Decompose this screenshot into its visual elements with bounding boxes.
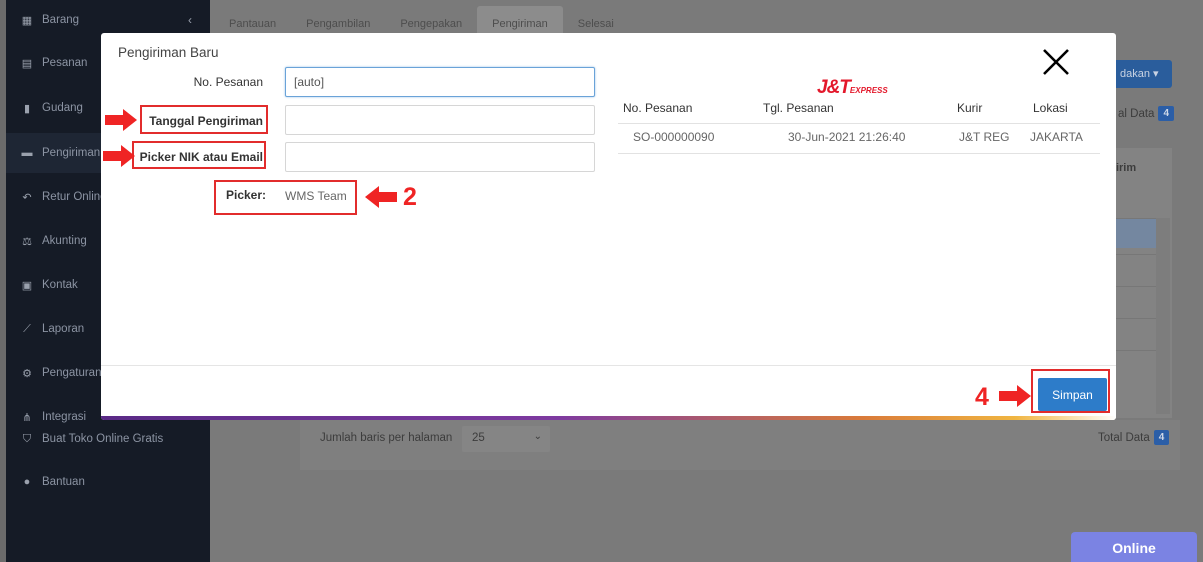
annotation-box-picker (214, 180, 357, 215)
gears-icon: ⚙ (22, 367, 32, 380)
question-icon: ● (23, 476, 31, 488)
modal-gradient-bar (101, 416, 1116, 420)
column-header-order-date: Tgl. Pesanan (763, 101, 834, 115)
annotation-box-picker-id (132, 141, 266, 169)
close-button[interactable] (1037, 43, 1075, 81)
order-date-cell: 30-Jun-2021 21:26:40 (788, 130, 906, 144)
rows-per-page-select[interactable]: 25 ⌄ (462, 426, 550, 452)
tab-pengambilan[interactable]: Pengambilan (291, 6, 385, 36)
action-dropdown-button[interactable]: dakan ▾ (1108, 60, 1172, 88)
new-shipment-modal: Pengiriman Baru No. Pesanan Tanggal Peng… (101, 33, 1116, 420)
sidebar-item-label: Kontak (42, 279, 78, 291)
boxes-icon: ▦ (21, 14, 33, 27)
annotation-number-4: 4 (975, 383, 989, 411)
jnt-express-logo: J&TEXPRESS (817, 77, 888, 98)
column-header-order-number: No. Pesanan (623, 101, 693, 115)
chart-icon: ⟋ (23, 322, 31, 335)
total-data-badge: 4 (1153, 430, 1170, 445)
order-number-label: No. Pesanan (193, 75, 263, 89)
arrow-right-icon (103, 145, 135, 167)
tab-pengiriman[interactable]: Pengiriman (477, 6, 563, 36)
total-data-label: al Data (1118, 107, 1155, 120)
annotation-box-ship-date (140, 105, 268, 134)
total-data-bottom: Total Data 4 (1098, 430, 1170, 445)
sidebar-item-label: Pesanan (42, 57, 88, 69)
ship-date-input[interactable] (285, 105, 595, 135)
collapse-chevron-icon[interactable]: ‹ (188, 13, 192, 27)
scale-icon: ⚖ (22, 235, 32, 248)
courier-cell: J&T REG (959, 130, 1010, 144)
arrow-left-icon (365, 186, 397, 208)
return-icon: ↶ (22, 191, 32, 204)
warehouse-icon: ▮ (23, 102, 31, 115)
modal-title: Pengiriman Baru (118, 45, 219, 60)
table-header-divider (618, 123, 1100, 124)
location-cell: JAKARTA (1030, 130, 1083, 144)
tab-selesai[interactable]: Selesai (563, 6, 629, 36)
store-icon: ⛉ (22, 432, 32, 445)
annotation-number-2: 2 (403, 183, 417, 211)
order-number-cell: SO-000000090 (633, 130, 715, 144)
sidebar-item-label: Bantuan (42, 476, 85, 488)
sidebar-item-label: Gudang (42, 102, 83, 114)
tab-pengepakan[interactable]: Pengepakan (385, 6, 477, 36)
total-data-badge: 4 (1158, 106, 1174, 121)
sidebar-item-buat-toko[interactable]: ⛉ Buat Toko Online Gratis (6, 419, 210, 459)
tab-bar: Pantauan Pengambilan Pengepakan Pengirim… (214, 6, 629, 36)
save-button[interactable]: Simpan (1038, 378, 1107, 411)
sidebar-item-bantuan[interactable]: ● Bantuan (6, 462, 210, 502)
table-scrollbar[interactable] (1156, 218, 1170, 414)
tab-pantauan[interactable]: Pantauan (214, 6, 291, 36)
total-data-label: Total Data (1098, 431, 1150, 444)
sidebar-item-label: Retur Online (42, 191, 107, 203)
sidebar-item-label: Buat Toko Online Gratis (42, 433, 164, 445)
cart-icon: ▤ (21, 57, 33, 70)
truck-icon: ▬ (21, 147, 33, 159)
rows-per-page-label: Jumlah baris per halaman (320, 432, 453, 444)
sidebar-item-label: Laporan (42, 323, 85, 335)
sidebar-item-label: Akunting (42, 235, 87, 247)
pagination-card (300, 420, 1180, 470)
sidebar-item-label: Pengiriman (42, 147, 101, 159)
rows-per-page-value: 25 (472, 432, 485, 444)
column-header-courier: Kurir (957, 101, 983, 115)
total-data: al Data 4 (1118, 106, 1174, 121)
sidebar-item-label: Pengaturan (42, 367, 102, 379)
arrow-right-icon (105, 109, 137, 131)
close-icon (1043, 49, 1069, 75)
column-header-location: Lokasi (1033, 101, 1068, 115)
picker-id-input[interactable] (285, 142, 595, 172)
modal-footer-divider (101, 365, 1116, 366)
online-chat-button[interactable]: Online (1071, 532, 1197, 562)
sidebar-item-label: Barang (42, 14, 80, 26)
arrow-right-icon (999, 385, 1031, 407)
order-number-input[interactable] (285, 67, 595, 97)
contact-card-icon: ▣ (21, 279, 33, 292)
chevron-down-icon: ⌄ (533, 431, 542, 442)
table-row-divider (618, 153, 1100, 154)
